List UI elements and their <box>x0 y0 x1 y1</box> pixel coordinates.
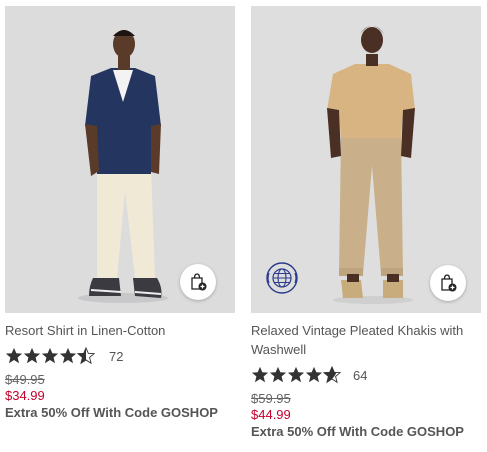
star-rating <box>251 366 341 384</box>
sale-price: $44.99 <box>251 407 291 422</box>
star-full-icon <box>59 347 77 364</box>
star-full-icon <box>251 366 269 383</box>
product-image[interactable] <box>5 6 235 313</box>
washwell-globe-icon <box>266 262 298 294</box>
product-card[interactable]: Resort Shirt in Linen-Cotton 72 $49.95 $… <box>5 6 235 421</box>
star-full-icon <box>23 347 41 364</box>
product-title[interactable]: Relaxed Vintage Pleated Khakis with Wash… <box>251 321 481 359</box>
product-title[interactable]: Resort Shirt in Linen-Cotton <box>5 321 235 340</box>
product-rating[interactable]: 64 <box>251 365 481 385</box>
promo-text: Extra 50% Off With Code GOSHOP <box>251 424 464 439</box>
washwell-badge <box>265 261 299 295</box>
product-rating[interactable]: 72 <box>5 346 235 366</box>
product-grid: Resort Shirt in Linen-Cotton 72 $49.95 $… <box>0 0 487 452</box>
star-full-icon <box>287 366 305 383</box>
star-rating <box>5 347 95 365</box>
shopping-bag-icon <box>191 273 207 291</box>
add-to-bag-button[interactable] <box>430 265 466 301</box>
review-count: 72 <box>109 348 124 364</box>
product-image[interactable] <box>251 6 481 313</box>
star-full-icon <box>5 347 23 364</box>
star-half-icon <box>77 347 95 365</box>
original-price: $59.95 <box>251 391 291 406</box>
promo-text: Extra 50% Off With Code GOSHOP <box>5 405 218 420</box>
sale-price: $34.99 <box>5 388 45 403</box>
star-full-icon <box>41 347 59 364</box>
original-price: $49.95 <box>5 372 45 387</box>
star-full-icon <box>269 366 287 383</box>
review-count: 64 <box>353 367 368 383</box>
add-to-bag-button[interactable] <box>180 264 216 300</box>
star-full-icon <box>305 366 323 383</box>
star-half-icon <box>323 366 341 384</box>
shopping-bag-icon <box>441 274 457 292</box>
product-card[interactable]: Relaxed Vintage Pleated Khakis with Wash… <box>251 6 481 440</box>
